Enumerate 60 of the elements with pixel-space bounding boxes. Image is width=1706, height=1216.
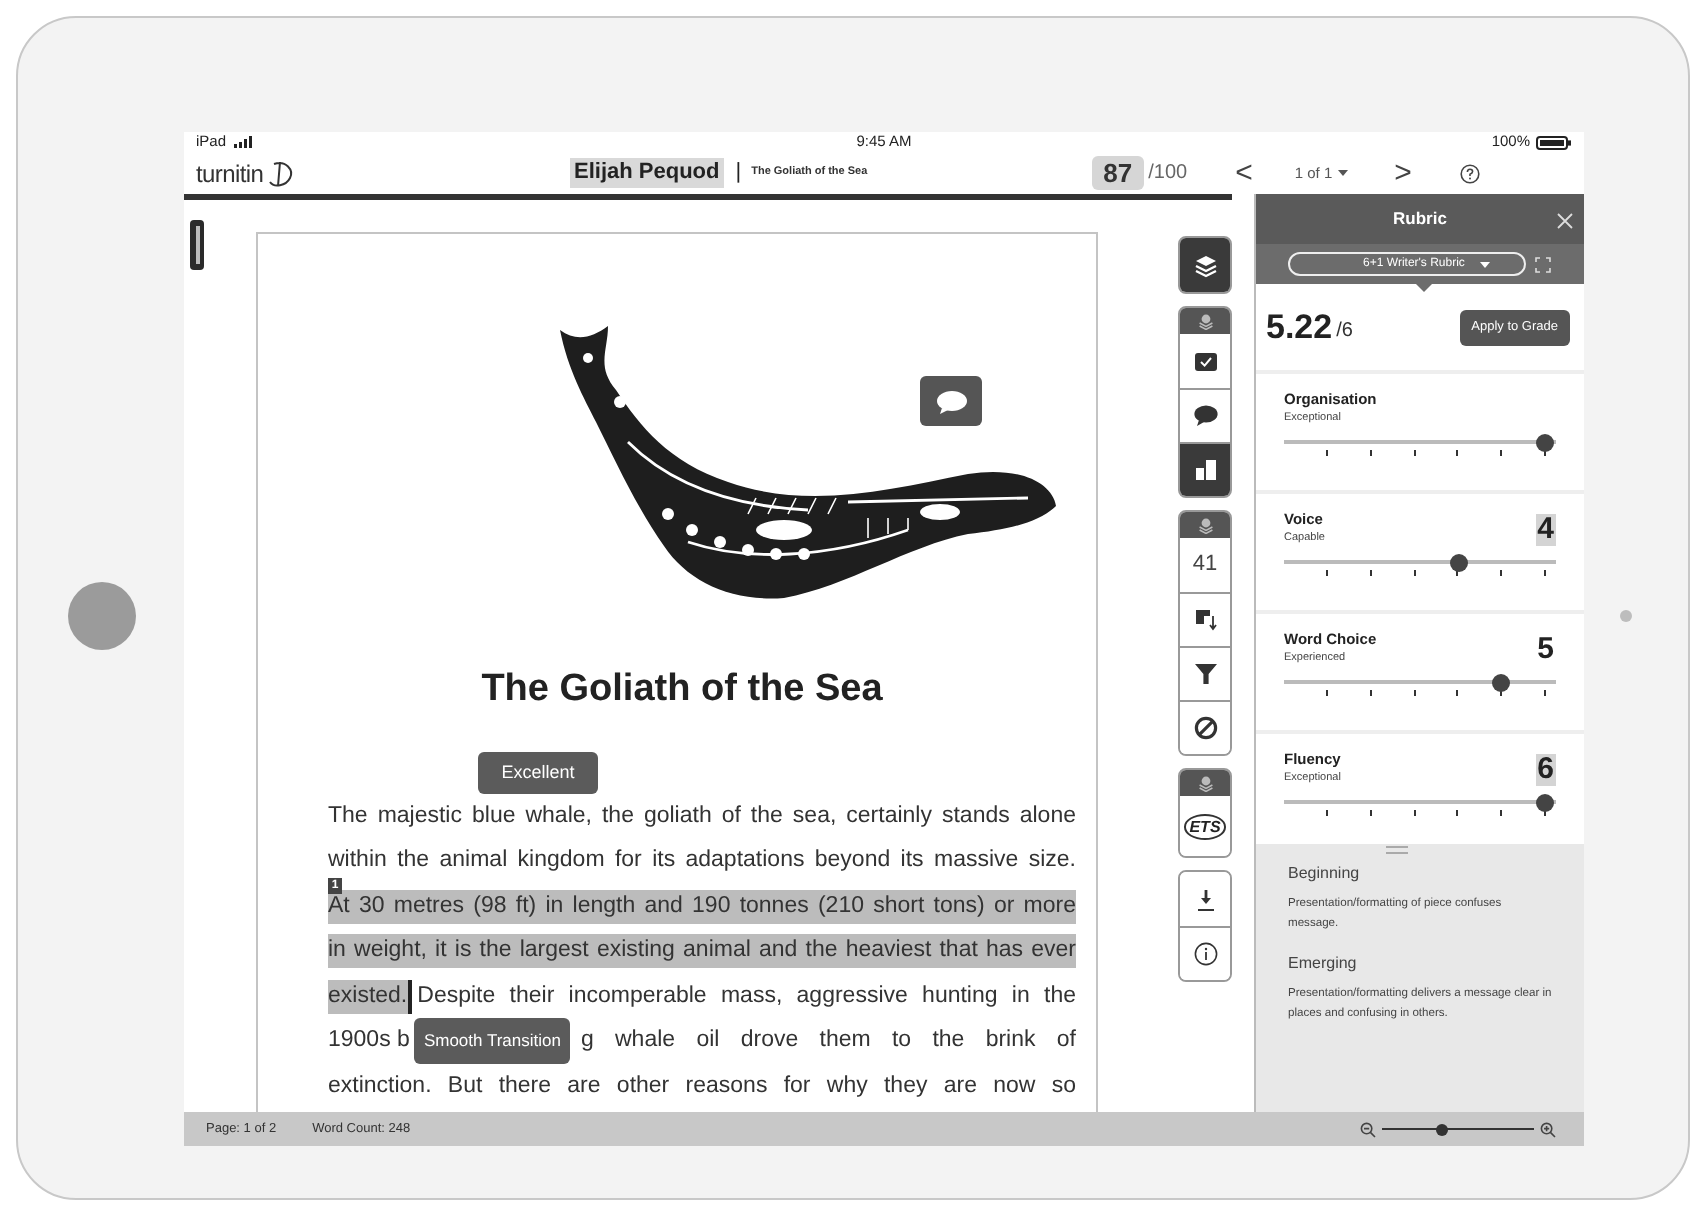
- slider-thumb[interactable]: [1436, 1123, 1449, 1135]
- layers-icon: [1197, 517, 1213, 533]
- speech-bubble-icon: [935, 389, 967, 413]
- help-icon[interactable]: [1459, 163, 1480, 183]
- document-title: The Goliath of the Sea: [479, 666, 885, 714]
- rubric-score: 5.22: [1266, 305, 1333, 350]
- level-heading: Beginning: [1288, 864, 1362, 884]
- next-button[interactable]: >: [1394, 158, 1412, 188]
- criterion-score: 5: [1535, 634, 1556, 666]
- drawer-handle[interactable]: [190, 220, 204, 270]
- tool-button[interactable]: [1180, 442, 1230, 496]
- zoom-slider[interactable]: [1382, 1123, 1534, 1135]
- grade-tag[interactable]: Excellent: [478, 752, 598, 794]
- zoom-in-icon: [1540, 1121, 1556, 1137]
- criterion-slider[interactable]: [1284, 794, 1556, 822]
- layers-icon: [1197, 313, 1213, 329]
- caret-icon: [1480, 261, 1491, 267]
- level-heading: Emerging: [1288, 954, 1359, 974]
- prohibited-icon: [1193, 716, 1217, 740]
- rubric-score-max: /6: [1336, 317, 1353, 345]
- criterion-score: 6: [1535, 754, 1556, 786]
- paragraph-text: existed.: [328, 979, 408, 1014]
- slider-thumb[interactable]: [1449, 554, 1468, 572]
- tool-button[interactable]: [1180, 700, 1230, 754]
- logo-mark-icon: [265, 157, 298, 189]
- app-logo: turnitin: [196, 157, 264, 191]
- slider-thumb[interactable]: [1492, 674, 1511, 692]
- previous-button[interactable]: <: [1235, 158, 1253, 188]
- sort-icon: [1193, 608, 1217, 632]
- bar-chart-icon: [1193, 458, 1217, 482]
- comment-marker[interactable]: [920, 376, 982, 426]
- comment-tag[interactable]: Smooth Transition: [413, 1018, 571, 1065]
- filter-icon: [1193, 662, 1217, 686]
- criterion-slider[interactable]: [1284, 434, 1556, 462]
- layers-icon: [1193, 253, 1217, 277]
- info-icon: [1193, 942, 1217, 966]
- checkbox-icon: [1193, 349, 1217, 373]
- speech-bubble-icon: [1193, 404, 1217, 428]
- download-icon: [1193, 887, 1217, 911]
- criterion-slider[interactable]: [1284, 554, 1556, 582]
- paragraph-text: in weight, it is the largest existing animal and the heaviest that has ever: [328, 934, 1076, 969]
- slider-thumb[interactable]: [1536, 794, 1555, 812]
- criterion-score: 4: [1535, 514, 1556, 546]
- battery-icon: [1536, 135, 1572, 149]
- score-value: 87: [1091, 156, 1145, 190]
- close-icon[interactable]: [1556, 212, 1574, 230]
- score-total: /100: [1148, 160, 1188, 188]
- title-separator: |: [735, 158, 742, 189]
- caret-icon: [1338, 170, 1349, 176]
- slider-thumb[interactable]: [1536, 434, 1555, 452]
- tool-button[interactable]: [1180, 926, 1230, 980]
- drag-handle[interactable]: [1385, 846, 1407, 854]
- paragraph-text: At 30 metres (98 ft) in length and 190 tonnes (210 short tons) or more: [328, 889, 1076, 924]
- expand-icon[interactable]: [1534, 255, 1552, 273]
- panel-title: Rubric: [1393, 206, 1447, 232]
- student-name: Elijah Pequod: [570, 158, 724, 188]
- signal-icon: [234, 136, 253, 148]
- zoom-out-icon: [1360, 1121, 1376, 1137]
- criterion-slider[interactable]: [1284, 674, 1556, 702]
- layers-icon: [1197, 775, 1213, 791]
